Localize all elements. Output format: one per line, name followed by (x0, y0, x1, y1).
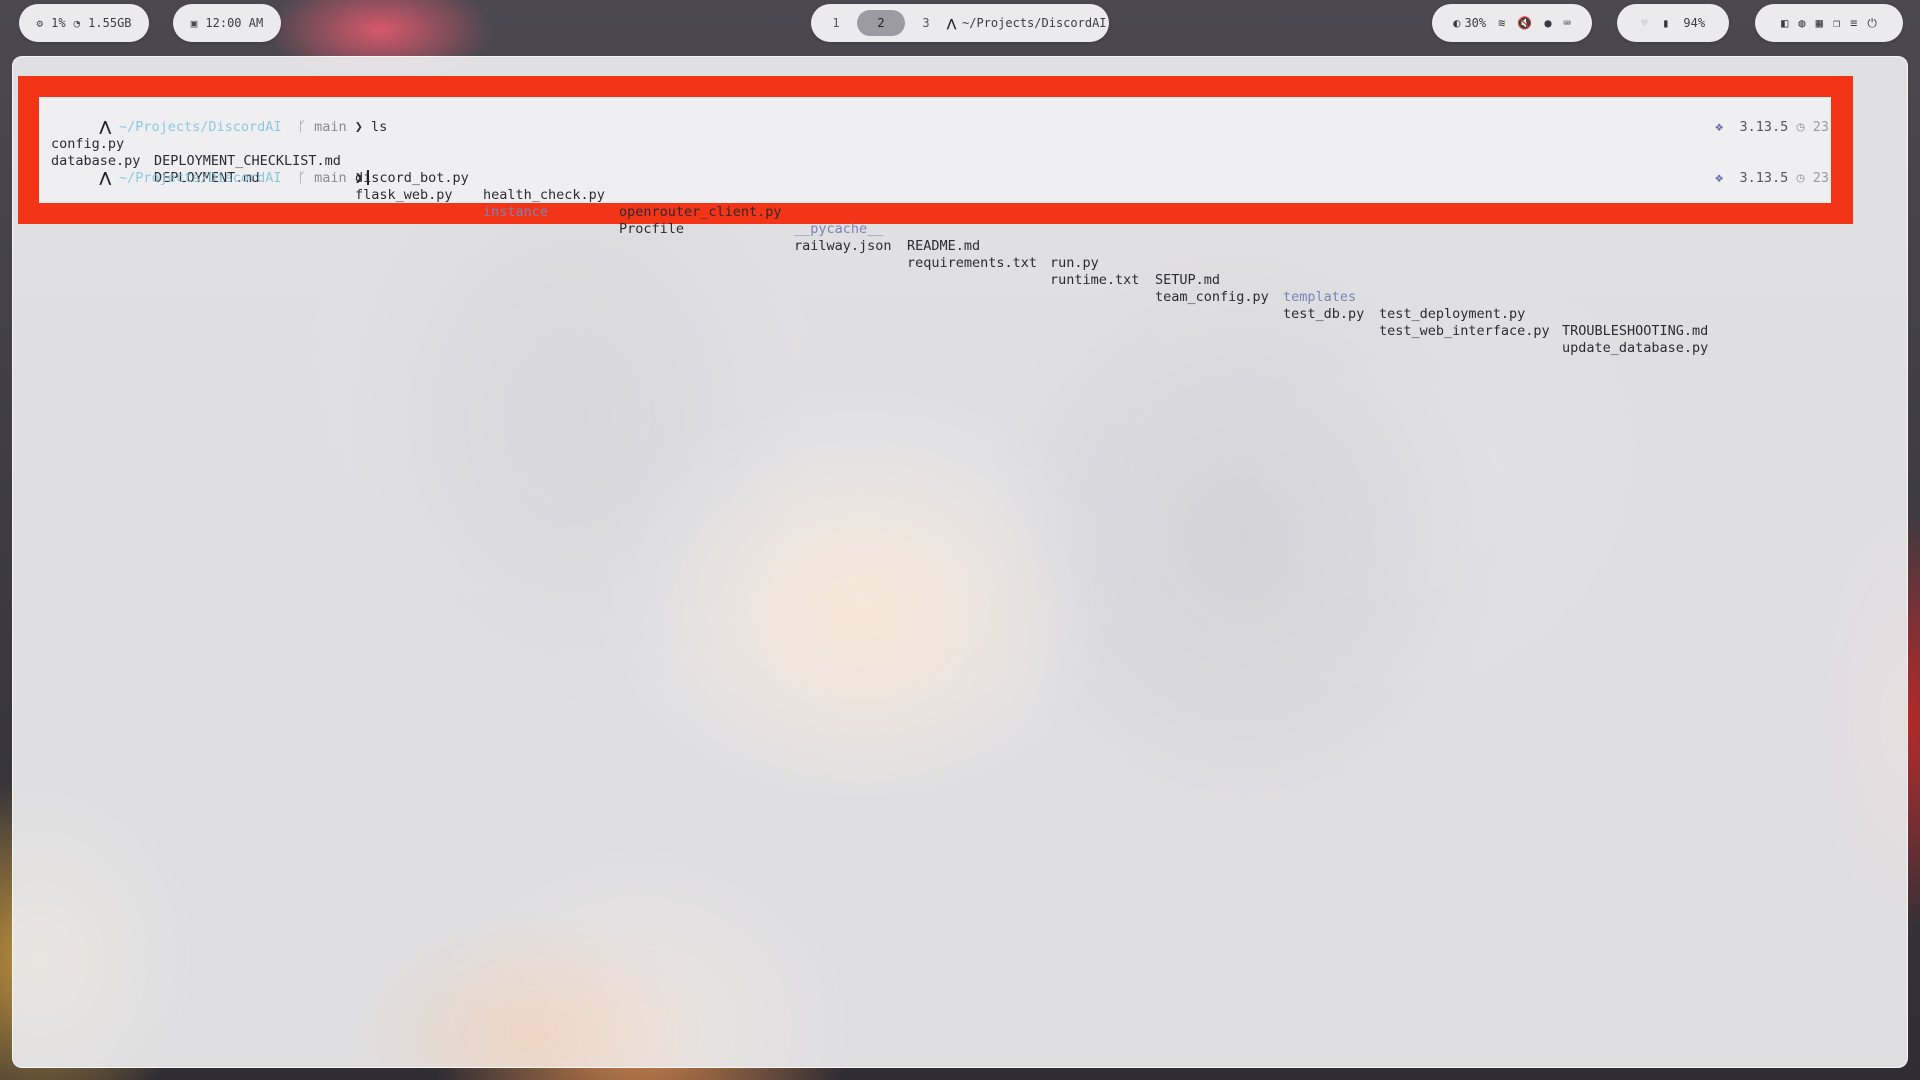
ls-entry: SETUP.md (1155, 272, 1221, 288)
prompt-line[interactable]: ⋀ ~/Projects/DiscordAI ᚴ main ❯ (51, 153, 369, 186)
ls-output-row-2: database.py DEPLOYMENT.md flask_web.py i… (51, 136, 1841, 356)
battery-level: 94% (1683, 16, 1706, 30)
ls-entry: README.md (907, 238, 981, 254)
memory-icon: ◔ (73, 16, 81, 30)
ls-entry: test_web_interface.py (1379, 323, 1550, 339)
battery-icon: ▮ (1662, 16, 1670, 30)
terminal-window[interactable]: ⋀ ~/Projects/DiscordAI ᚴ main ❯ ls ❖ 3.1… (12, 56, 1908, 1068)
ls-entry: test_db.py (1283, 306, 1365, 322)
terminal-output[interactable]: ⋀ ~/Projects/DiscordAI ᚴ main ❯ ls ❖ 3.1… (39, 97, 1831, 356)
clock-time: 12:00 AM (205, 16, 264, 30)
ls-entry: openrouter_client.py (619, 204, 782, 220)
text-cursor (366, 170, 369, 185)
active-window-title: ~/Projects/DiscordAI (962, 16, 1107, 30)
brightness-value: 30% (1464, 16, 1487, 30)
ls-output-row-1: config.py DEPLOYMENT_CHECKLIST.md discor… (51, 119, 1841, 339)
clock-small-icon: ◷ (1796, 170, 1805, 186)
ls-entry: railway.json (794, 238, 892, 254)
top-bar: ⚙ 1% ◔ 1.55GB ▣ 12:00 AM 1 2 3 ⋀ ~/Proje… (0, 0, 1920, 46)
python-version: 3.13.5 (1739, 170, 1789, 186)
color-picker-icon[interactable]: ◍ (1798, 16, 1805, 30)
menu-icon[interactable]: ≡ (1850, 16, 1857, 30)
python-icon: ❖ (1715, 170, 1724, 186)
ls-entry: run.py (1050, 255, 1099, 271)
ls-entry: requirements.txt (907, 255, 1038, 271)
ls-dir-entry: templates (1283, 289, 1357, 305)
right-prompt: ❖ 3.13.5 ◷ 23 (1666, 102, 1829, 135)
speaker-muted-icon[interactable]: 🔇 (1517, 16, 1532, 30)
workspace-3-button[interactable]: 3 (911, 10, 941, 36)
microphone-icon[interactable]: ● (1544, 16, 1551, 30)
ls-entry: health_check.py (483, 187, 605, 203)
status-tray: ◐ 30% ≋ 🔇 ● ⌨ (1432, 4, 1592, 42)
power-icon[interactable]: ⏻ (1867, 16, 1877, 31)
right-prompt: ❖ 3.13.5 ◷ 23 (1666, 153, 1829, 186)
ls-entry: flask_web.py (355, 187, 453, 203)
prompt-line: ⋀ ~/Projects/DiscordAI ᚴ main ❯ ls (51, 102, 388, 135)
brightness-indicator[interactable]: ◐ 30% (1453, 16, 1486, 30)
arch-logo-icon: ⋀ (947, 16, 957, 30)
prompt-path: ~/Projects/DiscordAI (119, 170, 282, 186)
clipboard-icon[interactable]: ❐ (1833, 16, 1840, 30)
ls-entry: runtime.txt (1050, 272, 1140, 288)
ls-entry: TROUBLESHOOTING.md (1562, 323, 1709, 339)
ls-dir-entry: __pycache__ (794, 221, 884, 237)
right-prompt-time: 23 (1812, 170, 1829, 186)
brightness-icon: ◐ (1453, 16, 1461, 30)
arch-prompt-icon: ⋀ (99, 170, 111, 186)
wifi-icon[interactable]: ≋ (1498, 16, 1505, 30)
system-monitor-widget[interactable]: ⚙ 1% ◔ 1.55GB (19, 4, 149, 42)
prompt-chevron-icon: ❯ (354, 170, 363, 186)
ls-entry: team_config.py (1155, 289, 1269, 305)
calendar-icon: ▣ (190, 16, 198, 30)
screenshot-icon[interactable]: ◧ (1781, 16, 1788, 30)
cpu-usage: 1% (51, 16, 66, 30)
memory-usage: 1.55GB (88, 16, 132, 30)
clock-widget[interactable]: ▣ 12:00 AM (173, 4, 281, 42)
quick-actions: ◧ ◍ ▦ ❐ ≡ ⏻ (1755, 4, 1903, 42)
ls-dir-entry: instance (483, 204, 549, 220)
ls-entry: Procfile (619, 221, 685, 237)
ls-entry: discord_bot.py (355, 170, 469, 186)
workspace-switcher: 1 2 3 ⋀ ~/Projects/DiscordAI (811, 4, 1109, 42)
workspace-1-button[interactable]: 1 (821, 10, 851, 36)
workspace-2-button[interactable]: 2 (857, 10, 905, 36)
layout-icon[interactable]: ▦ (1816, 16, 1823, 30)
heart-icon: ♥ (1640, 16, 1649, 30)
git-branch: main (314, 170, 347, 186)
ls-entry: test_deployment.py (1379, 306, 1526, 322)
git-branch-icon: ᚴ (297, 170, 306, 186)
battery-widget[interactable]: ♥ ▮ 94% (1617, 4, 1729, 42)
cpu-icon: ⚙ (36, 16, 44, 30)
keyboard-icon[interactable]: ⌨ (1564, 16, 1571, 30)
ls-entry: update_database.py (1562, 340, 1709, 356)
